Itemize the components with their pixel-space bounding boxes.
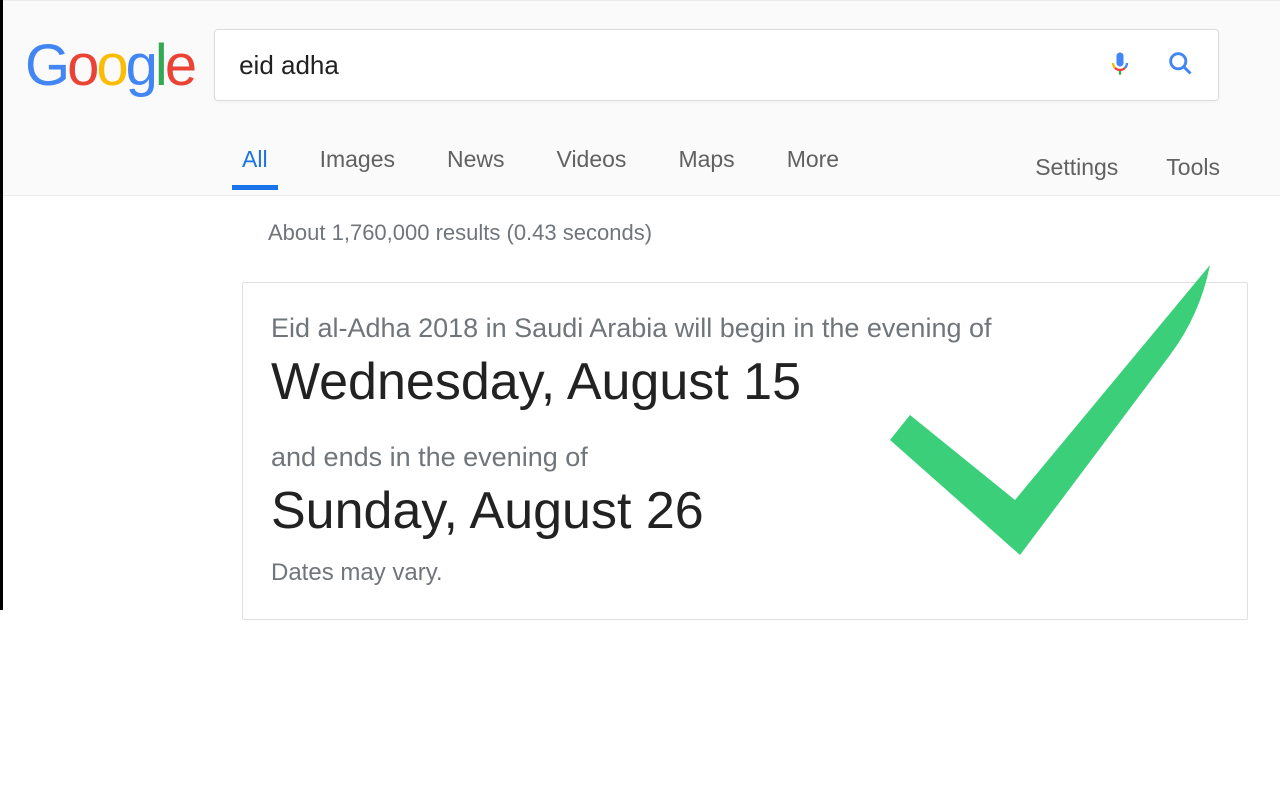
card-mid-line: and ends in the evening of bbox=[271, 442, 1219, 473]
tab-maps[interactable]: Maps bbox=[678, 146, 734, 189]
card-intro-line: Eid al-Adha 2018 in Saudi Arabia will be… bbox=[271, 313, 1219, 344]
top-row: Google bbox=[0, 29, 1280, 101]
tab-images[interactable]: Images bbox=[320, 146, 395, 189]
tab-news[interactable]: News bbox=[447, 146, 505, 189]
logo-letter-l: l bbox=[155, 33, 165, 98]
nav-right: Settings Tools bbox=[1035, 154, 1220, 181]
search-input[interactable] bbox=[239, 50, 1106, 81]
nav-row: All Images News Videos Maps More Setting… bbox=[0, 139, 1280, 195]
search-icons bbox=[1106, 49, 1194, 82]
google-logo[interactable]: Google bbox=[25, 32, 194, 99]
header-area: Google bbox=[0, 0, 1280, 196]
microphone-icon[interactable] bbox=[1106, 49, 1134, 82]
search-icon[interactable] bbox=[1166, 49, 1194, 82]
results-stats: About 1,760,000 results (0.43 seconds) bbox=[0, 220, 1280, 246]
card-start-date: Wednesday, August 15 bbox=[271, 352, 1219, 412]
search-box bbox=[214, 29, 1219, 101]
card-note: Dates may vary. bbox=[271, 559, 1219, 587]
tab-all[interactable]: All bbox=[242, 146, 268, 189]
tools-link[interactable]: Tools bbox=[1166, 154, 1220, 181]
settings-link[interactable]: Settings bbox=[1035, 154, 1118, 181]
logo-letter-g1: G bbox=[25, 33, 67, 98]
logo-letter-o1: o bbox=[67, 33, 96, 98]
card-end-date: Sunday, August 26 bbox=[271, 481, 1219, 541]
logo-letter-e: e bbox=[165, 33, 194, 98]
logo-letter-g2: g bbox=[126, 33, 155, 98]
logo-letter-o2: o bbox=[96, 33, 125, 98]
answer-card: Eid al-Adha 2018 in Saudi Arabia will be… bbox=[242, 282, 1248, 620]
left-edge-decoration bbox=[0, 0, 3, 610]
tab-videos[interactable]: Videos bbox=[557, 146, 627, 189]
tab-more[interactable]: More bbox=[787, 146, 839, 189]
nav-tabs: All Images News Videos Maps More bbox=[242, 146, 839, 189]
